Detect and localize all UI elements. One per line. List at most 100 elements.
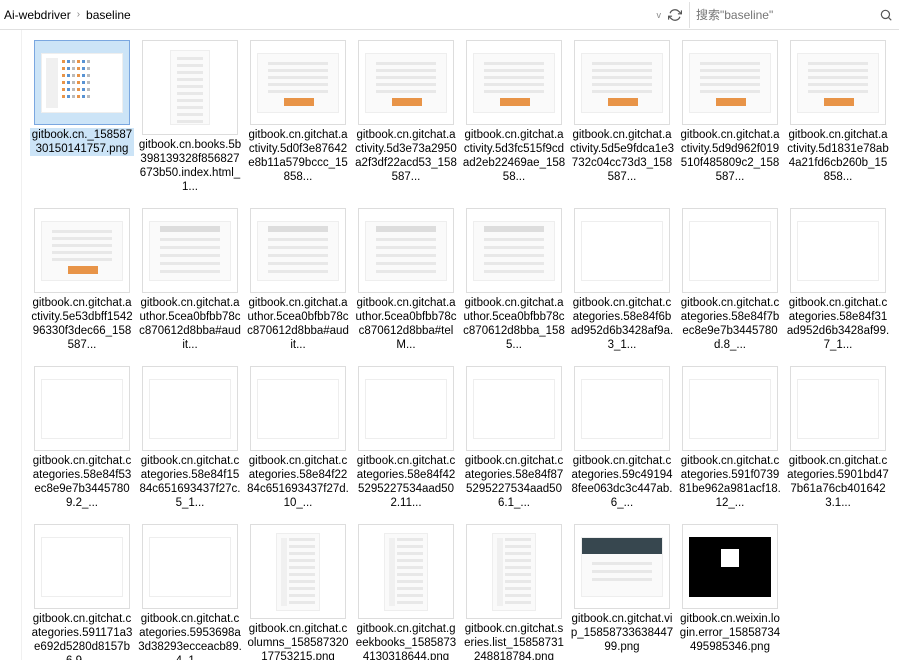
- file-item[interactable]: gitbook.cn.gitchat.categories.5901bd477b…: [784, 366, 892, 510]
- file-thumbnail[interactable]: [34, 208, 130, 293]
- file-thumbnail[interactable]: [34, 40, 130, 125]
- file-thumbnail[interactable]: [574, 40, 670, 125]
- file-label[interactable]: gitbook.cn.weixin.login.error_1585873449…: [678, 612, 782, 654]
- file-item[interactable]: gitbook.cn.gitchat.categories.591f073981…: [676, 366, 784, 510]
- file-item[interactable]: gitbook.cn.gitchat.geekbooks_15858734130…: [352, 524, 460, 660]
- file-item[interactable]: gitbook.cn.weixin.login.error_1585873449…: [676, 524, 784, 660]
- file-thumbnail[interactable]: [34, 524, 130, 609]
- file-label[interactable]: gitbook.cn._15858730150141757.png: [30, 128, 134, 156]
- file-item[interactable]: gitbook.cn.gitchat.author.5cea0bfbb78cc8…: [352, 208, 460, 352]
- file-label[interactable]: gitbook.cn.gitchat.activity.5d1831e78ab4…: [786, 128, 890, 184]
- file-thumbnail[interactable]: [250, 524, 346, 619]
- file-thumbnail[interactable]: [34, 366, 130, 451]
- file-item[interactable]: gitbook.cn.gitchat.author.5cea0bfbb78cc8…: [244, 208, 352, 352]
- file-label[interactable]: gitbook.cn.gitchat.categories.58e84f4252…: [354, 454, 458, 510]
- file-label[interactable]: gitbook.cn.gitchat.categories.58e84f53ec…: [30, 454, 134, 510]
- file-label[interactable]: gitbook.cn.gitchat.series.list_158587312…: [462, 622, 566, 660]
- breadcrumb-seg-2[interactable]: baseline: [86, 8, 131, 22]
- file-thumbnail[interactable]: [466, 208, 562, 293]
- file-item[interactable]: gitbook.cn.gitchat.categories.58e84f8752…: [460, 366, 568, 510]
- file-thumbnail[interactable]: [142, 208, 238, 293]
- file-label[interactable]: gitbook.cn.gitchat.activity.5d9d962f0195…: [678, 128, 782, 184]
- file-item[interactable]: gitbook.cn.gitchat.author.5cea0bfbb78cc8…: [136, 208, 244, 352]
- file-thumbnail[interactable]: [682, 40, 778, 125]
- file-label[interactable]: gitbook.cn.gitchat.author.5cea0bfbb78cc8…: [354, 296, 458, 352]
- file-thumbnail[interactable]: [142, 524, 238, 609]
- file-thumbnail[interactable]: [790, 40, 886, 125]
- file-thumbnail[interactable]: [358, 208, 454, 293]
- file-item[interactable]: gitbook.cn.gitchat.categories.58e84f53ec…: [28, 366, 136, 510]
- file-item[interactable]: gitbook.cn.gitchat.activity.5d3e73a2950a…: [352, 40, 460, 194]
- file-item[interactable]: gitbook.cn.gitchat.categories.591171a3e6…: [28, 524, 136, 660]
- file-label[interactable]: gitbook.cn.gitchat.categories.591f073981…: [678, 454, 782, 510]
- file-item[interactable]: gitbook.cn.gitchat.categories.58e84f7bec…: [676, 208, 784, 352]
- file-thumbnail[interactable]: [574, 366, 670, 451]
- file-label[interactable]: gitbook.cn.gitchat.activity.5d3fc515f9cd…: [462, 128, 566, 184]
- file-item[interactable]: gitbook.cn.gitchat.activity.5d5e9fdca1e3…: [568, 40, 676, 194]
- file-item[interactable]: gitbook.cn.gitchat.activity.5d1831e78ab4…: [784, 40, 892, 194]
- file-item[interactable]: gitbook.cn.gitchat.categories.58e84f1584…: [136, 366, 244, 510]
- file-label[interactable]: gitbook.cn.gitchat.categories.58e84f7bec…: [678, 296, 782, 352]
- file-thumbnail[interactable]: [250, 366, 346, 451]
- file-thumbnail[interactable]: [682, 366, 778, 451]
- file-item[interactable]: gitbook.cn.gitchat.author.5cea0bfbb78cc8…: [460, 208, 568, 352]
- file-thumbnail[interactable]: [790, 366, 886, 451]
- file-thumbnail[interactable]: [466, 40, 562, 125]
- file-label[interactable]: gitbook.cn.books.5b398139328f856827673b5…: [138, 138, 242, 194]
- file-thumbnail[interactable]: [142, 366, 238, 451]
- file-label[interactable]: gitbook.cn.gitchat.categories.59c491948f…: [570, 454, 674, 510]
- file-item[interactable]: gitbook.cn.gitchat.columns_1585873201775…: [244, 524, 352, 660]
- file-label[interactable]: gitbook.cn.gitchat.categories.58e84f2284…: [246, 454, 350, 510]
- breadcrumb-separator: ›: [77, 9, 80, 20]
- file-thumbnail[interactable]: [574, 208, 670, 293]
- file-thumbnail[interactable]: [142, 40, 238, 135]
- file-thumbnail[interactable]: [358, 524, 454, 619]
- search-input[interactable]: [696, 8, 879, 22]
- file-thumbnail[interactable]: [466, 366, 562, 451]
- file-label[interactable]: gitbook.cn.gitchat.categories.5901bd477b…: [786, 454, 890, 510]
- file-label[interactable]: gitbook.cn.gitchat.vip_1585873363844799.…: [570, 612, 674, 654]
- file-item[interactable]: gitbook.cn._15858730150141757.png: [28, 40, 136, 194]
- file-item[interactable]: gitbook.cn.gitchat.activity.5d0f3e87642e…: [244, 40, 352, 194]
- file-label[interactable]: gitbook.cn.gitchat.author.5cea0bfbb78cc8…: [462, 296, 566, 352]
- file-label[interactable]: gitbook.cn.gitchat.activity.5d0f3e87642e…: [246, 128, 350, 184]
- file-thumbnail[interactable]: [250, 208, 346, 293]
- breadcrumb-seg-1[interactable]: Ai-webdriver: [4, 8, 71, 22]
- file-thumbnail[interactable]: [250, 40, 346, 125]
- file-label[interactable]: gitbook.cn.gitchat.geekbooks_15858734130…: [354, 622, 458, 660]
- file-thumbnail[interactable]: [682, 208, 778, 293]
- search-icon[interactable]: [879, 8, 893, 22]
- file-item[interactable]: gitbook.cn.gitchat.series.list_158587312…: [460, 524, 568, 660]
- file-item[interactable]: gitbook.cn.gitchat.categories.58e84f2284…: [244, 366, 352, 510]
- file-thumbnail[interactable]: [574, 524, 670, 609]
- file-item[interactable]: gitbook.cn.gitchat.categories.59c491948f…: [568, 366, 676, 510]
- file-item[interactable]: gitbook.cn.gitchat.vip_1585873363844799.…: [568, 524, 676, 660]
- file-label[interactable]: gitbook.cn.gitchat.categories.58e84f1584…: [138, 454, 242, 510]
- file-label[interactable]: gitbook.cn.gitchat.activity.5d5e9fdca1e3…: [570, 128, 674, 184]
- file-item[interactable]: gitbook.cn.gitchat.activity.5d9d962f0195…: [676, 40, 784, 194]
- file-thumbnail[interactable]: [682, 524, 778, 609]
- search-box[interactable]: [689, 2, 899, 28]
- file-item[interactable]: gitbook.cn.gitchat.categories.5953698a3d…: [136, 524, 244, 660]
- file-label[interactable]: gitbook.cn.gitchat.activity.5d3e73a2950a…: [354, 128, 458, 184]
- file-thumbnail[interactable]: [358, 366, 454, 451]
- file-label[interactable]: gitbook.cn.gitchat.author.5cea0bfbb78cc8…: [138, 296, 242, 352]
- file-thumbnail[interactable]: [790, 208, 886, 293]
- file-label[interactable]: gitbook.cn.gitchat.categories.58e84f31ad…: [786, 296, 890, 352]
- refresh-button[interactable]: [661, 2, 689, 28]
- file-item[interactable]: gitbook.cn.gitchat.activity.5d3fc515f9cd…: [460, 40, 568, 194]
- file-item[interactable]: gitbook.cn.gitchat.categories.58e84f6bad…: [568, 208, 676, 352]
- file-label[interactable]: gitbook.cn.gitchat.activity.5e53dbff1542…: [30, 296, 134, 352]
- file-label[interactable]: gitbook.cn.gitchat.columns_1585873201775…: [246, 622, 350, 660]
- file-thumbnail[interactable]: [358, 40, 454, 125]
- file-label[interactable]: gitbook.cn.gitchat.categories.58e84f8752…: [462, 454, 566, 510]
- file-label[interactable]: gitbook.cn.gitchat.categories.58e84f6bad…: [570, 296, 674, 352]
- file-item[interactable]: gitbook.cn.gitchat.categories.58e84f31ad…: [784, 208, 892, 352]
- file-item[interactable]: gitbook.cn.gitchat.activity.5e53dbff1542…: [28, 208, 136, 352]
- file-item[interactable]: gitbook.cn.gitchat.categories.58e84f4252…: [352, 366, 460, 510]
- file-thumbnail[interactable]: [466, 524, 562, 619]
- file-item[interactable]: gitbook.cn.books.5b398139328f856827673b5…: [136, 40, 244, 194]
- file-label[interactable]: gitbook.cn.gitchat.categories.591171a3e6…: [30, 612, 134, 660]
- file-label[interactable]: gitbook.cn.gitchat.categories.5953698a3d…: [138, 612, 242, 660]
- file-label[interactable]: gitbook.cn.gitchat.author.5cea0bfbb78cc8…: [246, 296, 350, 352]
